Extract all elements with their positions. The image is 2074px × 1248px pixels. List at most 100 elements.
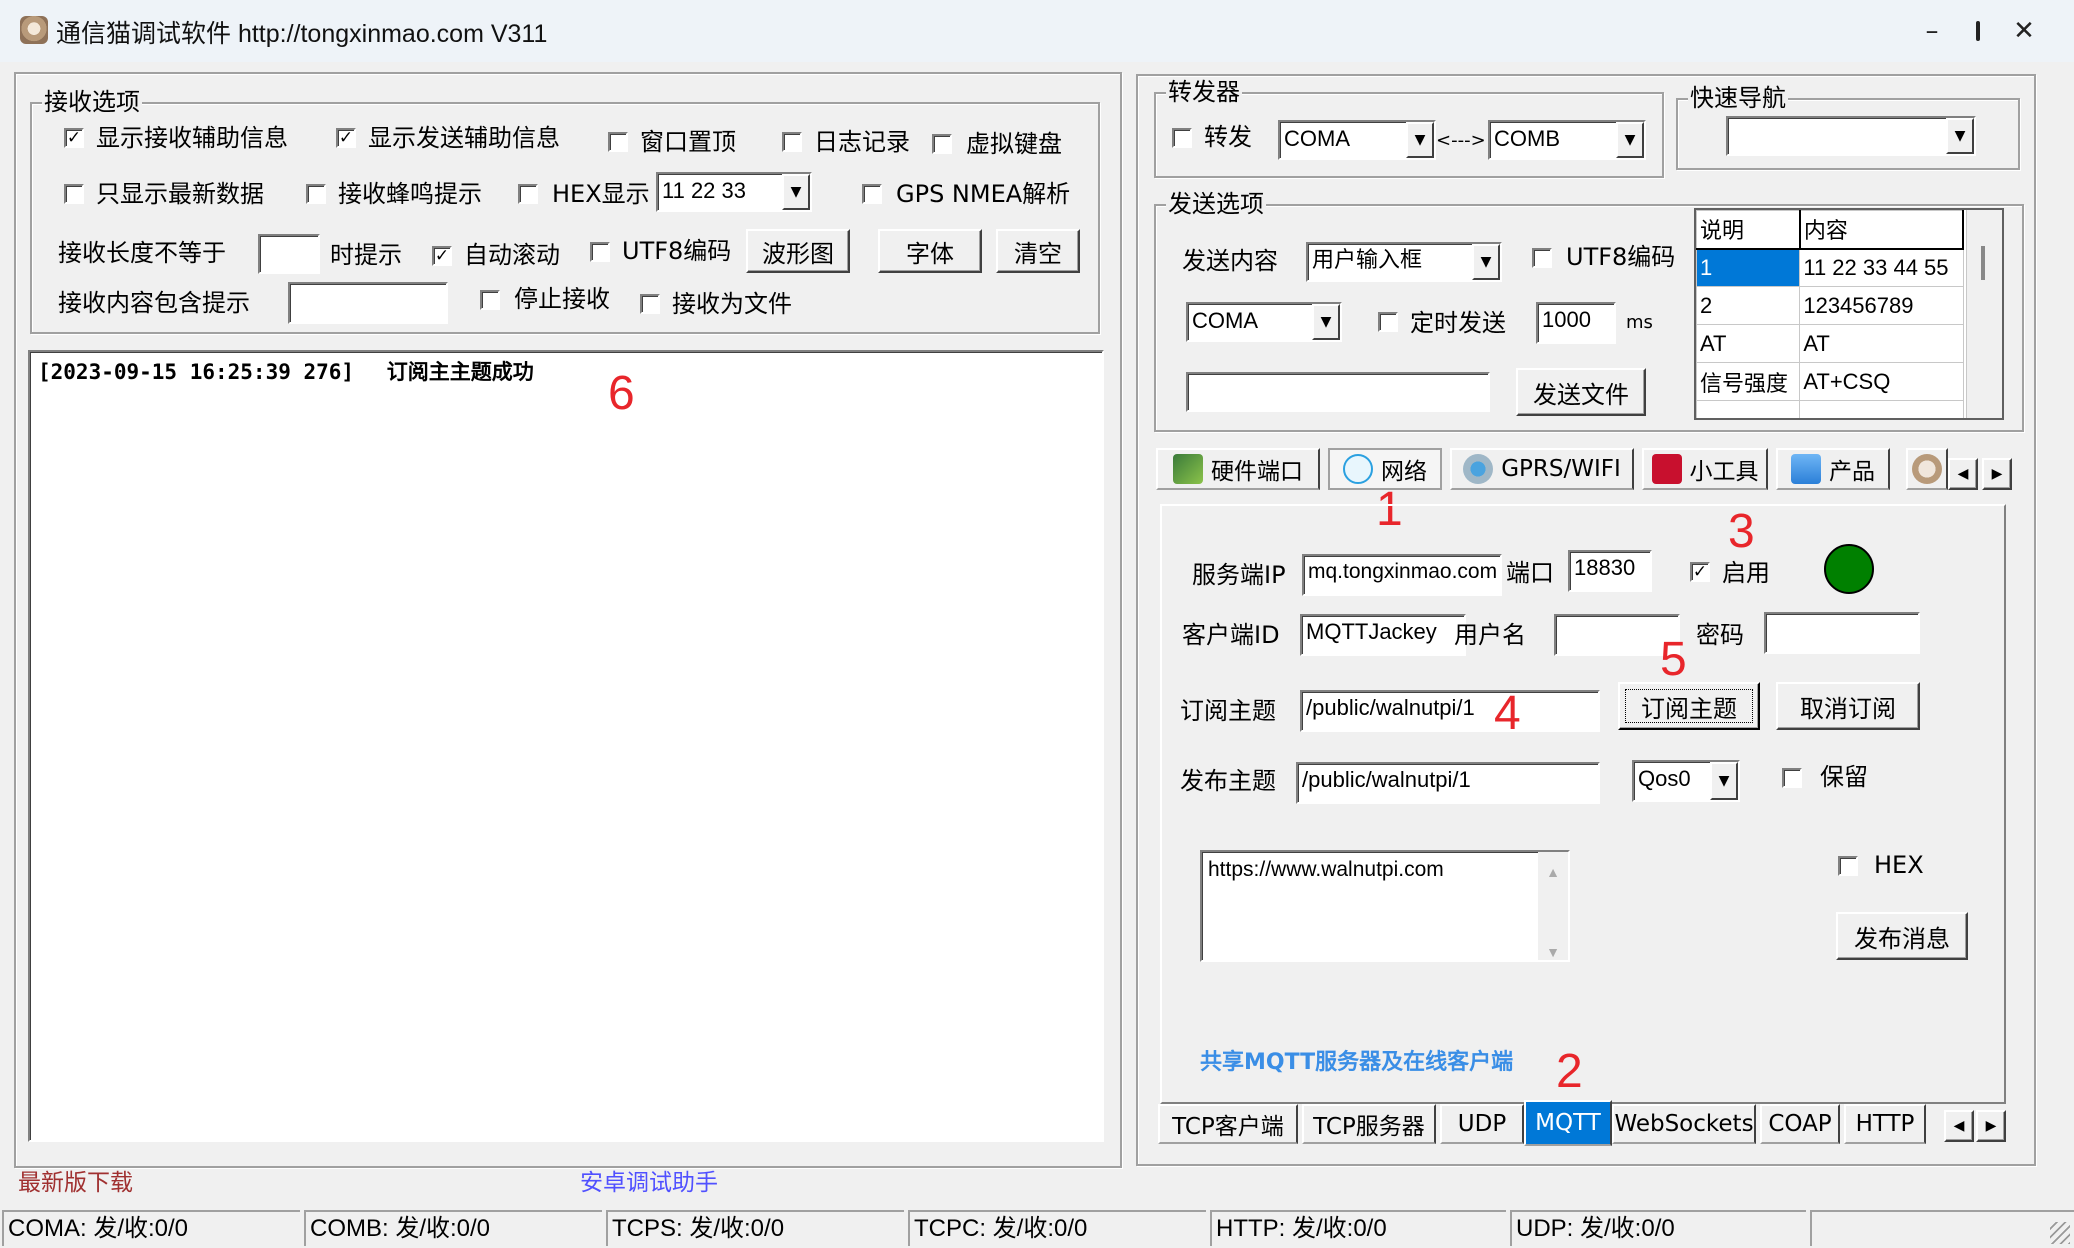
qos-value: Qos0	[1638, 766, 1691, 791]
table-cell-desc[interactable]	[1696, 400, 1801, 418]
show-send-info-checkbox[interactable]: ✓	[336, 128, 356, 148]
publish-topic-input[interactable]: /public/walnutpi/1	[1296, 762, 1600, 804]
receive-line-message: 订阅主主题成功	[386, 360, 534, 384]
hex-publish-checkbox[interactable]	[1838, 856, 1858, 876]
port-input[interactable]: 18830	[1568, 550, 1652, 592]
waveform-button[interactable]: 波形图	[746, 229, 850, 273]
tab-coap[interactable]: COAP	[1760, 1104, 1840, 1144]
tab-tcp-client[interactable]: TCP客户端	[1158, 1104, 1298, 1144]
forward-checkbox[interactable]	[1172, 128, 1192, 148]
tab-label: 小工具	[1689, 459, 1759, 485]
table-cell-content[interactable]: 11 22 33 44 55	[1799, 248, 1964, 287]
send-content-select[interactable]: 用户输入框 ▼	[1306, 242, 1502, 282]
send-file-path-input[interactable]	[1186, 372, 1490, 412]
forward-from-select[interactable]: COMA ▼	[1278, 120, 1436, 160]
tab-websockets[interactable]: WebSockets	[1612, 1104, 1756, 1144]
table-cell-desc[interactable]: 2	[1696, 286, 1801, 325]
tab-tcp-server[interactable]: TCP服务器	[1302, 1104, 1436, 1144]
network-tabs-scroll-left-button[interactable]: ◀	[1944, 1110, 1974, 1142]
send-port-select[interactable]: COMA ▼	[1186, 302, 1342, 342]
enable-checkbox[interactable]: ✓	[1690, 562, 1710, 582]
tab-more[interactable]	[1906, 448, 1948, 490]
tab-mqtt[interactable]: MQTT	[1524, 1100, 1612, 1146]
forward-to-select[interactable]: COMB ▼	[1488, 120, 1646, 160]
unsubscribe-button[interactable]: 取消订阅	[1776, 682, 1920, 730]
status-coma: COMA: 发/收:0/0	[2, 1210, 300, 1246]
table-header-desc[interactable]: 说明	[1696, 210, 1801, 250]
tabs-scroll-left-button[interactable]: ◀	[1948, 458, 1978, 490]
client-id-input[interactable]: MQTTJackey	[1300, 614, 1466, 656]
contains-input[interactable]	[288, 282, 448, 324]
chevron-down-icon: ▼	[1312, 304, 1340, 340]
android-helper-link[interactable]: 安卓调试助手	[580, 1168, 718, 1198]
hex-display-checkbox[interactable]	[518, 184, 538, 204]
timed-send-checkbox[interactable]	[1378, 312, 1398, 332]
retain-checkbox[interactable]	[1782, 768, 1802, 788]
table-row[interactable]: 信号强度 AT+CSQ	[1696, 362, 1964, 401]
scrollbar-thumb[interactable]	[1981, 246, 1985, 280]
clear-button[interactable]: 清空	[996, 229, 1080, 273]
publish-button[interactable]: 发布消息	[1836, 912, 1968, 960]
table-row[interactable]: 1 11 22 33 44 55	[1696, 248, 1964, 287]
table-cell-desc[interactable]: AT	[1696, 324, 1801, 363]
hex-format-select[interactable]: 11 22 33 ▼	[656, 172, 812, 212]
send-file-button[interactable]: 发送文件	[1516, 368, 1646, 416]
quick-nav-select[interactable]: ▼	[1726, 116, 1976, 156]
qos-select[interactable]: Qos0 ▼	[1632, 760, 1740, 802]
table-cell-content[interactable]: AT+CSQ	[1799, 362, 1964, 401]
table-cell-content[interactable]: AT	[1799, 324, 1964, 363]
tab-tools[interactable]: 小工具	[1642, 448, 1768, 490]
table-cell-content[interactable]: 123456789	[1799, 286, 1964, 325]
utf8-send-checkbox[interactable]	[1532, 248, 1552, 268]
receive-to-file-checkbox[interactable]	[640, 294, 660, 314]
shared-mqtt-link[interactable]: 共享MQTT服务器及在线客户端	[1200, 1048, 1513, 1078]
table-row[interactable]	[1696, 400, 1964, 418]
show-recv-info-checkbox[interactable]: ✓	[64, 128, 84, 148]
mqtt-panel	[1160, 504, 2006, 1104]
table-cell-desc[interactable]: 1	[1696, 248, 1801, 287]
gps-nmea-checkbox[interactable]	[862, 184, 882, 204]
send-options-title: 发送选项	[1166, 190, 1266, 218]
password-input[interactable]	[1764, 612, 1920, 654]
table-row[interactable]: AT AT	[1696, 324, 1964, 363]
window-top-checkbox[interactable]	[608, 132, 628, 152]
tab-products[interactable]: 产品	[1776, 448, 1890, 490]
download-link[interactable]: 最新版下载	[18, 1168, 133, 1198]
font-button[interactable]: 字体	[878, 229, 982, 273]
len-not-equal-input[interactable]	[258, 234, 320, 274]
chevron-down-icon: ▼	[1710, 762, 1738, 800]
table-header-content[interactable]: 内容	[1799, 210, 1965, 250]
table-row[interactable]: 2 123456789	[1696, 286, 1964, 325]
tabs-scroll-right-button[interactable]: ▶	[1982, 458, 2012, 490]
network-tabs-scroll-right-button[interactable]: ▶	[1976, 1110, 2006, 1142]
interval-input[interactable]: 1000	[1536, 302, 1616, 344]
resize-grip[interactable]	[2050, 1222, 2070, 1244]
auto-scroll-checkbox[interactable]: ✓	[432, 246, 452, 266]
show-recv-info-label: 显示接收辅助信息	[96, 124, 288, 152]
maximize-button[interactable]	[1902, 10, 1980, 52]
subscribe-topic-input[interactable]: /public/walnutpi/1	[1300, 690, 1600, 732]
server-ip-input[interactable]: mq.tongxinmao.com	[1302, 554, 1502, 596]
tab-hardware-port[interactable]: 硬件端口	[1156, 448, 1320, 490]
forwarder-title: 转发器	[1166, 78, 1242, 106]
receive-line-timestamp: [2023-09-15 16:25:39 276]	[38, 360, 355, 384]
subscribe-button[interactable]: 订阅主题	[1618, 682, 1760, 730]
tab-http[interactable]: HTTP	[1844, 1104, 1926, 1144]
tab-udp[interactable]: UDP	[1440, 1104, 1524, 1144]
table-cell-content[interactable]	[1799, 400, 1964, 418]
log-checkbox[interactable]	[782, 132, 802, 152]
close-button[interactable]: ✕	[1996, 10, 2052, 52]
network-icon	[1343, 454, 1373, 484]
table-cell-desc[interactable]: 信号强度	[1696, 362, 1801, 401]
table-scrollbar[interactable]	[1966, 210, 2002, 418]
latest-only-checkbox[interactable]	[64, 184, 84, 204]
virtual-keyboard-checkbox[interactable]	[932, 134, 952, 154]
stop-receive-checkbox[interactable]	[480, 290, 500, 310]
tab-gprs-wifi[interactable]: GPRS/WIFI	[1450, 448, 1634, 490]
utf8-recv-checkbox[interactable]	[590, 242, 610, 262]
receive-textarea[interactable]: [2023-09-15 16:25:39 276] 订阅主主题成功	[28, 350, 1104, 1142]
publish-message-textarea[interactable]: https://www.walnutpi.com ▲ ▼	[1200, 850, 1570, 962]
message-scrollbar[interactable]: ▲ ▼	[1538, 852, 1568, 960]
tab-label: 硬件端口	[1211, 459, 1303, 485]
beep-checkbox[interactable]	[306, 184, 326, 204]
